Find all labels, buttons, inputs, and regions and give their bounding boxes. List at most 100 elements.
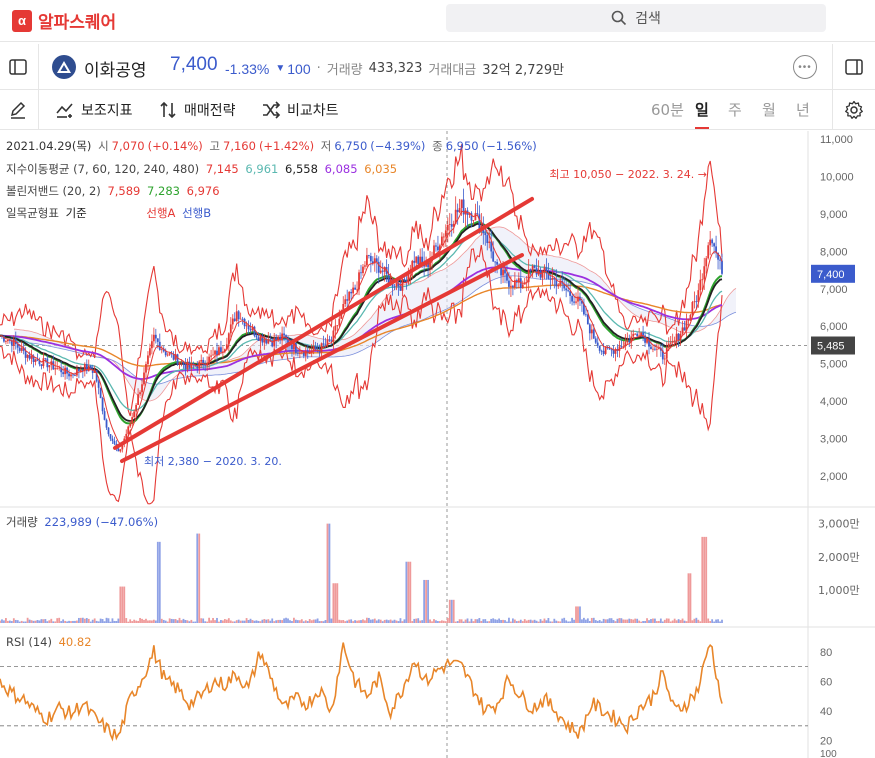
legend-date: 2021.04.29(목) (6, 139, 92, 153)
candle (476, 201, 479, 215)
candle-body (492, 251, 495, 262)
candle (598, 345, 601, 354)
volume-bar (263, 619, 266, 623)
volume-bar (610, 618, 613, 623)
logo-icon: α (12, 9, 32, 32)
candle-body (602, 350, 605, 354)
ma-legend[interactable]: 지수이동평균 (7, 60, 120, 240, 480) 7,145 6,96… (6, 161, 400, 177)
candle-body (259, 336, 262, 341)
volume-bar (271, 618, 274, 623)
strategy-button[interactable]: 매매전략 (158, 100, 236, 120)
volume-bar (535, 620, 538, 623)
volume-bar (291, 621, 293, 623)
chart-toolbar: 보조지표 매매전략 비교차트 60분 일 주 월 년 (0, 90, 875, 130)
candle-body (367, 255, 370, 256)
legend-close: 6,950 (445, 139, 479, 153)
volume-bar (34, 620, 37, 623)
volume-bar (480, 620, 483, 623)
candle (360, 264, 362, 280)
candle-body (604, 347, 607, 354)
volume-bar (105, 617, 108, 623)
volume-label: 거래량 (326, 63, 363, 78)
sidebar-toggle-right-button[interactable] (839, 52, 869, 82)
volume-bar (141, 618, 143, 623)
volume-bar (588, 621, 591, 623)
candle-body (573, 301, 575, 303)
candle-body (78, 368, 80, 372)
draw-tool-button[interactable] (8, 100, 28, 120)
volume-bar (484, 619, 487, 623)
volume-bar (229, 620, 232, 623)
period-month-tab[interactable]: 월 (762, 99, 776, 120)
candle-body (105, 419, 108, 428)
candle-body (707, 245, 710, 259)
price-chart[interactable]: 최고 10,050 − 2022. 3. 24. → 최저 2,380 − 202… (0, 131, 875, 758)
candle-body (291, 344, 293, 350)
more-options-button[interactable]: ••• (793, 55, 817, 79)
settings-button[interactable] (839, 95, 869, 125)
bb-upper-value: 7,589 (107, 184, 141, 198)
candle-body (401, 278, 404, 291)
candle-body (229, 324, 232, 334)
candle (612, 345, 615, 358)
trend-line-upper (113, 196, 534, 450)
compare-button[interactable]: 비교차트 (261, 100, 339, 120)
crosshair-price-label: 5,485 (817, 341, 845, 353)
volume-bar (62, 619, 65, 623)
volume-bar (517, 620, 520, 623)
sidebar-toggle-left-button[interactable] (3, 52, 33, 82)
ma-240-value: 6,085 (324, 162, 358, 176)
candle (699, 269, 702, 296)
period-week-tab[interactable]: 주 (728, 99, 742, 120)
volume-bar (275, 620, 278, 623)
candle-body (567, 290, 570, 292)
search-box[interactable]: 검색 (446, 4, 826, 32)
legend-low-label: 저 (320, 139, 332, 153)
candle (46, 355, 49, 372)
candle-body (231, 318, 234, 325)
volume-bar (354, 620, 356, 623)
volume-bar (298, 620, 301, 623)
volume-bar (200, 618, 203, 623)
candle-body (699, 279, 702, 291)
volume-bar (64, 620, 66, 623)
volume-bar (429, 619, 431, 623)
volume-bar (91, 619, 94, 623)
volume-bar (204, 621, 207, 623)
volume-bar (713, 621, 716, 623)
stock-name[interactable]: 이화공영 (84, 56, 147, 81)
rsi-line (0, 642, 723, 742)
legend-high: 7,160 (223, 139, 256, 153)
chart-area[interactable]: 최고 10,050 − 2022. 3. 24. → 최저 2,380 − 202… (0, 131, 875, 758)
period-day-tab[interactable]: 일 (695, 99, 709, 120)
volume-bar (190, 619, 193, 623)
volume-bar (269, 620, 272, 623)
volume-bar (468, 621, 471, 623)
strategy-label: 매매전략 (184, 103, 236, 119)
candle (166, 352, 169, 357)
search-icon (611, 10, 627, 26)
volume-bar (444, 621, 447, 623)
bb-legend[interactable]: 볼린저밴드 (20, 2) 7,589 7,283 6,976 (6, 183, 223, 199)
candle-body (504, 269, 506, 274)
indicators-button[interactable]: 보조지표 (55, 100, 133, 120)
candle (158, 333, 161, 351)
volume-bar (504, 620, 506, 623)
candle-body (502, 269, 504, 276)
ma-120-value: 6,558 (285, 162, 318, 176)
volume-bar (423, 579, 426, 623)
candle-body (460, 199, 463, 208)
candle (525, 275, 528, 292)
logo[interactable]: α 알파스퀘어 (12, 8, 116, 33)
candle-body (354, 287, 356, 290)
volume-bar (261, 619, 264, 623)
volume-bar (237, 619, 240, 623)
rsi-legend[interactable]: RSI (14) 40.82 (6, 635, 95, 649)
candle-body (673, 340, 676, 342)
ichimoku-legend[interactable]: 일목균형표 기준 선행A 선행B (6, 205, 214, 221)
period-60min-tab[interactable]: 60분 (651, 99, 684, 120)
candle-body (675, 333, 678, 341)
volume-bar (95, 620, 98, 623)
volume-legend[interactable]: 거래량 223,989 (−47.06%) (6, 514, 161, 530)
period-year-tab[interactable]: 년 (796, 99, 810, 120)
